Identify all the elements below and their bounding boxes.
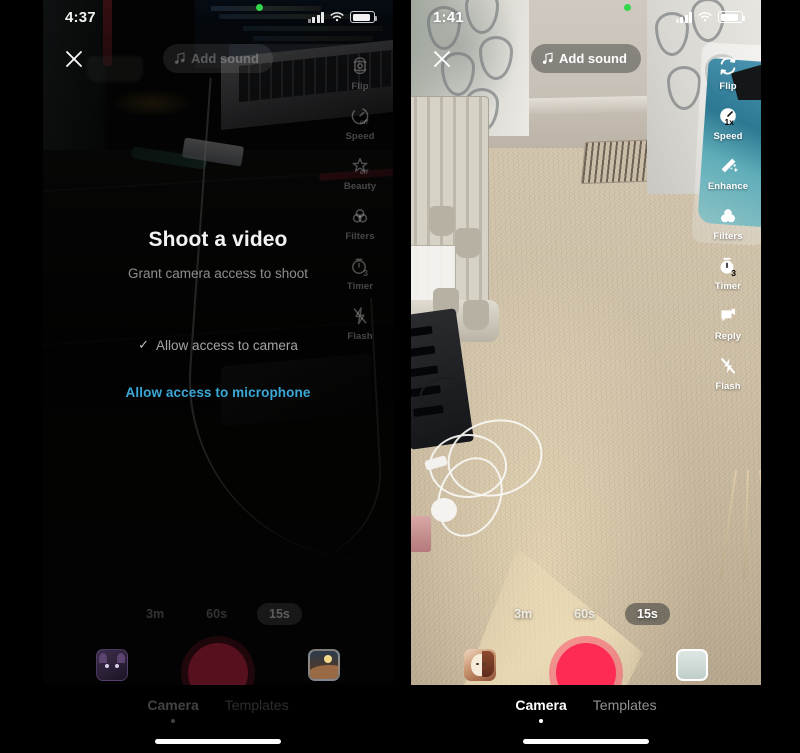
duration-option-3m[interactable]: 3m: [134, 603, 176, 625]
permission-subtitle: Grant camera access to shoot: [127, 266, 309, 281]
home-indicator: [523, 739, 649, 744]
camera-permission-block: Shoot a video Grant camera access to sho…: [43, 228, 393, 400]
duration-option-60s[interactable]: 60s: [562, 603, 607, 625]
battery-icon: [718, 11, 745, 23]
tab-active-dot: [539, 719, 544, 723]
flash-off-icon: [716, 352, 740, 379]
rail-label: Speed: [345, 131, 375, 142]
speed-icon: off: [348, 102, 372, 129]
add-sound-label: Add sound: [559, 50, 627, 66]
rail-label: Reply: [714, 331, 742, 342]
tool-rail-right: Flip 1x Speed Enhance Filters 3 Timer Re…: [701, 52, 755, 402]
rail-label: Enhance: [707, 181, 749, 192]
rail-label: Speed: [713, 131, 743, 142]
rail-badge: 1x: [724, 117, 734, 127]
duration-selector-right: 3m 60s 15s: [411, 603, 761, 625]
rail-item-beauty[interactable]: off Beauty: [333, 152, 387, 202]
rail-item-flash[interactable]: Flash: [701, 352, 755, 402]
rail-label: Flash: [715, 381, 741, 392]
tab-templates-label: Templates: [224, 697, 289, 713]
cellular-signal-icon: [675, 11, 692, 23]
tab-templates-label: Templates: [592, 697, 657, 713]
status-bar-left: 4:37: [43, 0, 393, 34]
filters-icon: [348, 202, 372, 229]
duration-selector-left: 3m 60s 15s: [43, 603, 393, 625]
wifi-icon: [330, 12, 344, 22]
duration-option-15s[interactable]: 15s: [625, 603, 670, 625]
rail-label: Timer: [714, 281, 742, 292]
rail-badge: 3: [731, 268, 736, 278]
add-sound-label: Add sound: [191, 50, 259, 66]
music-note-icon: [174, 52, 185, 64]
recording-indicator-dot: [256, 4, 263, 11]
status-bar-right: 1:41: [411, 0, 761, 34]
duration-option-60s[interactable]: 60s: [194, 603, 239, 625]
duration-option-3m[interactable]: 3m: [502, 603, 544, 625]
music-note-icon: [542, 52, 553, 64]
camera-access-granted-row: ✓ Allow access to camera: [43, 337, 393, 353]
rail-item-filters[interactable]: Filters: [701, 202, 755, 252]
add-sound-button[interactable]: Add sound: [163, 43, 273, 73]
home-indicator: [155, 739, 281, 744]
enhance-wand-icon: [716, 152, 740, 179]
screenshot-stage: 4:37 Add sound Flip off Speed off Beauty…: [0, 0, 800, 753]
bottom-tab-bar-left: Camera Templates: [43, 685, 393, 753]
rail-item-flip[interactable]: Flip: [333, 52, 387, 102]
permission-title: Shoot a video: [148, 228, 288, 251]
phone-screen-camera-active: 1:41 Add sound Flip 1x Speed Enhance Fil…: [411, 0, 761, 753]
recording-indicator-dot: [624, 4, 631, 11]
rail-item-enhance[interactable]: Enhance: [701, 152, 755, 202]
close-icon[interactable]: [429, 46, 455, 72]
rail-label: Flip: [351, 81, 369, 92]
add-sound-button[interactable]: Add sound: [531, 43, 641, 73]
rail-item-timer[interactable]: 3 Timer: [701, 252, 755, 302]
status-time: 1:41: [433, 8, 464, 26]
tab-templates[interactable]: Templates: [225, 697, 289, 716]
rail-label: Filters: [713, 231, 743, 242]
duration-option-15s[interactable]: 15s: [257, 603, 302, 625]
filters-icon: [716, 202, 740, 229]
battery-icon: [350, 11, 377, 23]
speed-icon: 1x: [716, 102, 740, 129]
rail-item-speed[interactable]: off Speed: [333, 102, 387, 152]
cellular-signal-icon: [307, 11, 324, 23]
bottom-tab-bar-right: Camera Templates: [411, 685, 761, 753]
camera-access-label: Allow access to camera: [156, 337, 298, 353]
tab-camera-label: Camera: [515, 697, 567, 713]
timer-icon: 3: [716, 252, 740, 279]
rail-item-reply[interactable]: Reply: [701, 302, 755, 352]
flip-camera-icon: [348, 52, 372, 79]
flip-camera-icon: [716, 52, 740, 79]
rail-item-flip[interactable]: Flip: [701, 52, 755, 102]
rail-badge: off: [359, 169, 368, 176]
reply-bubble-icon: [716, 302, 740, 329]
upload-thumbnail-icon: [308, 648, 340, 681]
effects-thumbnail-icon: [96, 648, 128, 681]
phone-screen-permission: 4:37 Add sound Flip off Speed off Beauty…: [43, 0, 393, 753]
tab-camera[interactable]: Camera: [147, 697, 199, 723]
status-time: 4:37: [65, 8, 96, 26]
rail-item-speed[interactable]: 1x Speed: [701, 102, 755, 152]
tab-templates[interactable]: Templates: [593, 697, 657, 716]
rail-label: Flip: [719, 81, 737, 92]
tab-camera[interactable]: Camera: [515, 697, 567, 723]
wifi-icon: [698, 12, 712, 22]
rail-badge: off: [359, 119, 368, 126]
beauty-sparkle-icon: off: [348, 152, 372, 179]
allow-microphone-link[interactable]: Allow access to microphone: [43, 385, 393, 400]
checkmark-icon: ✓: [138, 337, 150, 352]
upload-thumbnail-icon: [676, 648, 708, 681]
effects-thumbnail-icon: [464, 648, 496, 681]
rail-label: Beauty: [343, 181, 377, 192]
close-icon[interactable]: [61, 46, 87, 72]
tab-active-dot: [171, 719, 176, 723]
tab-camera-label: Camera: [147, 697, 199, 713]
